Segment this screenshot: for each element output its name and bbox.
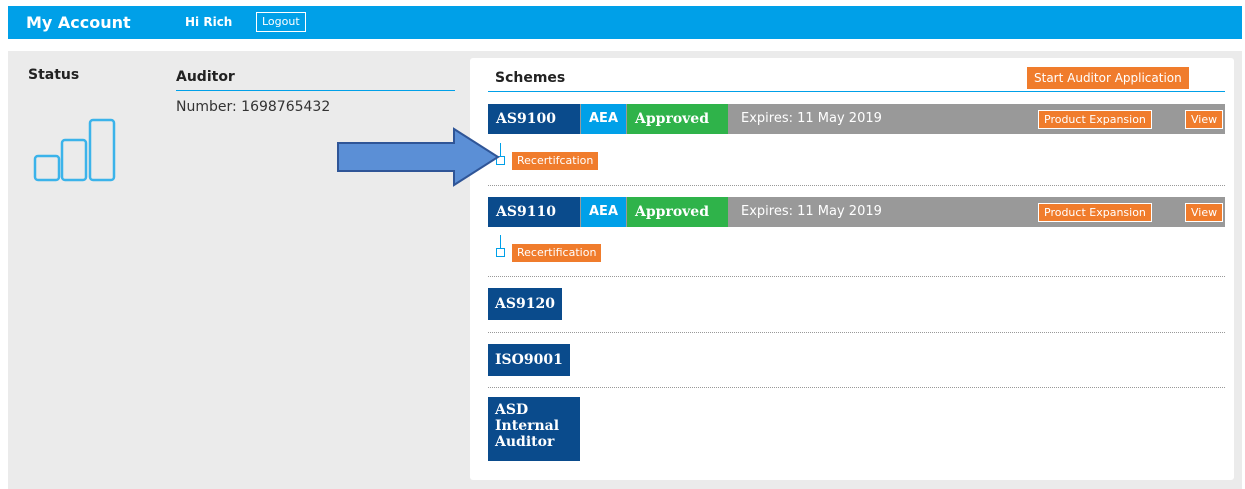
row-divider	[488, 332, 1225, 333]
scheme-iso9001[interactable]: ISO9001	[488, 344, 570, 376]
expiry-date: Expires: 11 May 2019	[741, 111, 882, 126]
scheme-asd-internal-auditor[interactable]: ASD Internal Auditor	[488, 397, 580, 461]
recertification-item: Recertification	[488, 235, 688, 262]
scheme-type-badge: AEA	[581, 104, 626, 134]
brand-title[interactable]: My Account	[26, 13, 131, 32]
row-divider	[488, 276, 1225, 277]
scheme-row: AS9110 AEA Approved Expires: 11 May 2019…	[488, 197, 1225, 227]
tree-node-icon	[496, 248, 505, 257]
recertification-button[interactable]: Recertifcation	[512, 152, 599, 170]
row-divider	[488, 387, 1225, 388]
scheme-label-line: Internal	[495, 418, 560, 434]
logout-button[interactable]: Logout	[256, 12, 306, 32]
scheme-row: AS9100 AEA Approved Expires: 11 May 2019…	[488, 104, 1225, 134]
view-button[interactable]: View	[1185, 110, 1224, 129]
scheme-label-line: Auditor	[495, 434, 555, 450]
recertification-item: Recertifcation	[488, 143, 688, 170]
schemes-card: Schemes Start Auditor Application AS9100…	[470, 58, 1234, 480]
bar-chart-icon	[33, 118, 116, 182]
status-heading: Status	[28, 67, 80, 83]
schemes-heading: Schemes	[495, 70, 566, 86]
start-auditor-application-button[interactable]: Start Auditor Application	[1027, 67, 1189, 89]
status-badge: Approved	[627, 104, 728, 134]
expiry-date: Expires: 11 May 2019	[741, 204, 882, 219]
auditor-divider	[176, 90, 455, 91]
recertification-button[interactable]: Recertification	[512, 244, 602, 262]
auditor-number: Number: 1698765432	[176, 99, 331, 115]
tree-connector	[500, 235, 501, 249]
top-bar: My Account Hi Rich Logout	[8, 6, 1242, 39]
account-panel: Status Auditor Number: 1698765432 Scheme…	[8, 51, 1242, 489]
scheme-code[interactable]: AS9110	[488, 197, 580, 227]
greeting: Hi Rich	[185, 15, 233, 29]
scheme-type-badge: AEA	[581, 197, 626, 227]
product-expansion-button[interactable]: Product Expansion	[1038, 110, 1152, 129]
status-badge: Approved	[627, 197, 728, 227]
product-expansion-button[interactable]: Product Expansion	[1038, 203, 1152, 222]
view-button[interactable]: View	[1185, 203, 1224, 222]
scheme-label-line: ASD	[495, 402, 529, 418]
schemes-divider	[488, 91, 1225, 92]
right-arrow-icon	[337, 127, 500, 187]
scheme-as9120[interactable]: AS9120	[488, 288, 562, 320]
row-divider	[488, 185, 1225, 186]
auditor-heading: Auditor	[176, 69, 235, 85]
